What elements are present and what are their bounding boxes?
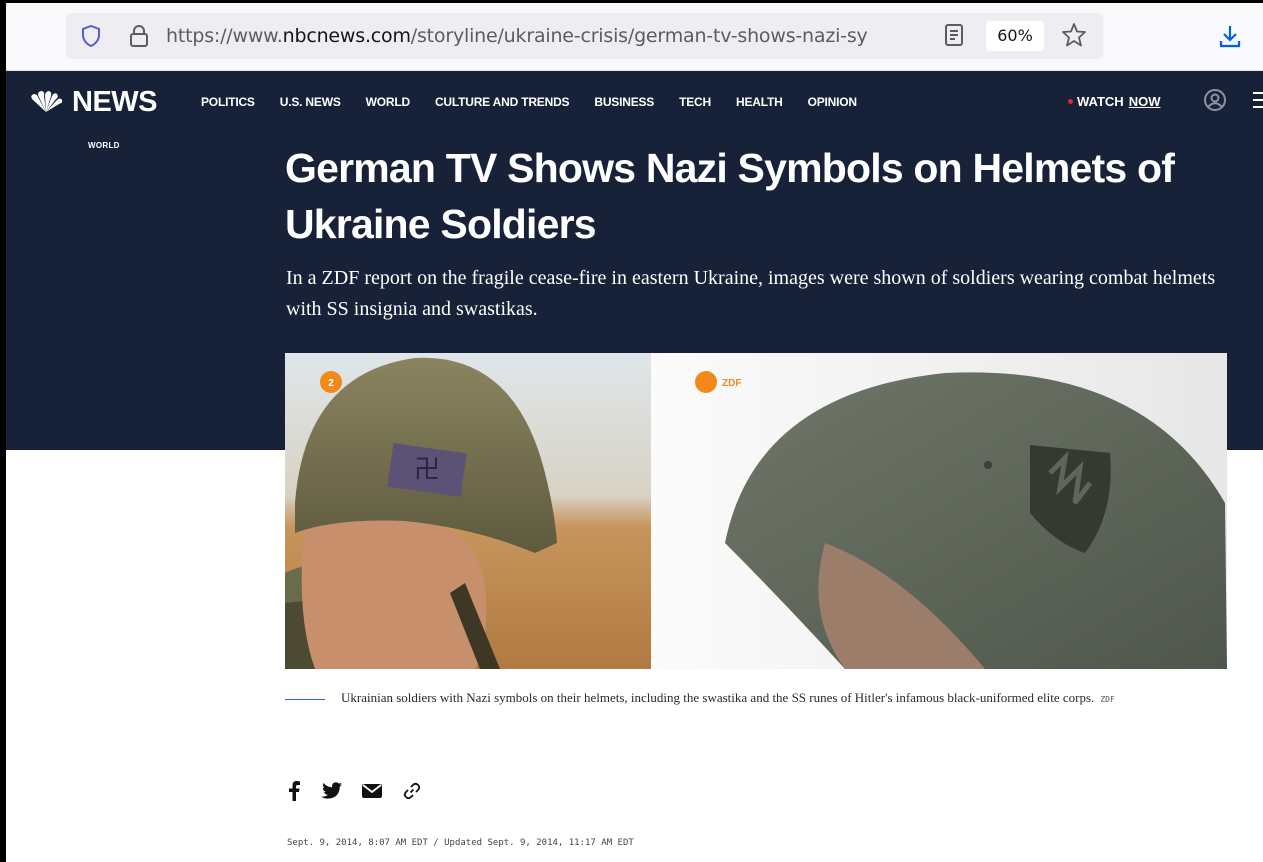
main-nav: POLITICS U.S. NEWS WORLD CULTURE AND TRE… — [201, 95, 882, 109]
browser-toolbar: https://www.nbcnews.com/storyline/ukrain… — [6, 3, 1263, 71]
nav-item-culture-and-trends[interactable]: CULTURE AND TRENDS — [435, 95, 570, 109]
article-dek: In a ZDF report on the fragile cease-fir… — [286, 267, 1216, 320]
zdf-watermark: ZDF — [722, 378, 741, 389]
menu-icon[interactable] — [1253, 91, 1263, 114]
nav-item-health[interactable]: HEALTH — [736, 95, 783, 109]
share-bar — [288, 781, 442, 801]
nbc-news-logo[interactable]: NEWS — [28, 85, 158, 118]
peacock-icon — [31, 91, 63, 112]
image-caption: Ukrainian soldiers with Nazi symbols on … — [285, 687, 1215, 711]
caption-credit: ZDF — [1100, 695, 1115, 704]
article-hero-image[interactable]: 卍 2 ZDF — [285, 353, 1227, 669]
url-text[interactable]: https://www.nbcnews.com/storyline/ukrain… — [166, 25, 951, 47]
url-prefix: https://www. — [166, 25, 283, 47]
watch-now-label: NOW — [1128, 94, 1161, 109]
reader-view-icon[interactable] — [944, 23, 964, 52]
shield-icon[interactable] — [80, 24, 102, 53]
download-icon[interactable] — [1218, 23, 1242, 54]
live-dot-icon — [1068, 99, 1073, 104]
nav-item-world[interactable]: WORLD — [366, 95, 411, 109]
svg-text:卍: 卍 — [414, 455, 440, 485]
lock-icon[interactable] — [128, 23, 150, 54]
nav-item-opinion[interactable]: OPINION — [808, 95, 857, 109]
article-headline: German TV Shows Nazi Symbols on Helmets … — [285, 145, 1175, 247]
nav-item-tech[interactable]: TECH — [679, 95, 711, 109]
star-icon[interactable] — [1061, 22, 1087, 53]
zoom-level-button[interactable]: 60% — [986, 21, 1044, 51]
nav-item-politics[interactable]: POLITICS — [201, 95, 255, 109]
nav-item-business[interactable]: BUSINESS — [594, 95, 654, 109]
link-icon[interactable] — [402, 781, 422, 801]
caption-text: Ukrainian soldiers with Nazi symbols on … — [341, 690, 1095, 705]
watch-now-link[interactable]: WATCH NOW — [1068, 94, 1160, 109]
address-bar[interactable]: https://www.nbcnews.com/storyline/ukrain… — [66, 13, 1103, 59]
nav-item-us-news[interactable]: U.S. NEWS — [280, 95, 341, 109]
url-domain: nbcnews.com — [282, 25, 411, 47]
section-label[interactable]: WORLD — [88, 141, 120, 150]
svg-text:2: 2 — [328, 378, 334, 389]
facebook-icon[interactable] — [288, 781, 300, 801]
account-icon[interactable] — [1203, 88, 1227, 117]
url-path: /storyline/ukraine-crisis/german-tv-show… — [410, 25, 868, 47]
email-icon[interactable] — [362, 784, 382, 798]
caption-rule — [285, 698, 325, 700]
twitter-icon[interactable] — [320, 782, 342, 800]
logo-text: NEWS — [72, 85, 158, 118]
article-dateline: Sept. 9, 2014, 8:07 AM EDT / Updated Sep… — [287, 838, 634, 848]
watch-label: WATCH — [1077, 94, 1124, 109]
